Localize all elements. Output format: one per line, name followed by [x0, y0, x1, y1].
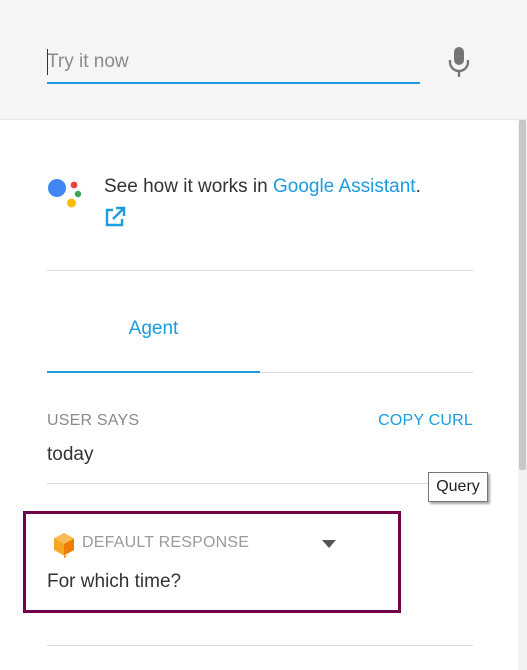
scrollbar[interactable]: [518, 120, 527, 670]
default-response-text: For which time?: [47, 571, 182, 592]
copy-curl-link[interactable]: COPY CURL: [378, 412, 473, 430]
test-console-header: [0, 0, 527, 120]
dialogflow-icon: [54, 533, 74, 558]
default-response-label: DEFAULT RESPONSE: [82, 534, 250, 551]
tab-divider: [260, 372, 473, 373]
assistant-description: See how it works in Google Assistant.: [104, 176, 421, 198]
assistant-suffix: .: [415, 176, 421, 197]
section-divider: [47, 270, 473, 271]
microphone-icon[interactable]: [447, 46, 471, 78]
scrollbar-thumb[interactable]: [519, 120, 526, 470]
default-response-panel: DEFAULT RESPONSE For which time?: [23, 511, 401, 613]
google-assistant-icon: [48, 179, 82, 208]
query-divider: [47, 483, 487, 484]
chevron-down-icon[interactable]: [322, 540, 336, 548]
text-caret: [47, 49, 48, 75]
search-field[interactable]: [47, 44, 420, 84]
external-link-icon[interactable]: [104, 206, 126, 228]
tab-active-indicator: [47, 371, 260, 373]
bottom-divider: [47, 645, 473, 646]
google-assistant-link[interactable]: Google Assistant: [273, 176, 416, 197]
tab-agent[interactable]: Agent: [47, 318, 260, 340]
user-says-label: USER SAYS: [47, 412, 140, 429]
user-query-text: today: [47, 444, 94, 465]
google-assistant-row: See how it works in Google Assistant.: [47, 170, 477, 240]
try-it-now-input[interactable]: [47, 48, 407, 76]
assistant-text: See how it works in: [104, 176, 273, 197]
query-tooltip: Query: [428, 472, 488, 502]
